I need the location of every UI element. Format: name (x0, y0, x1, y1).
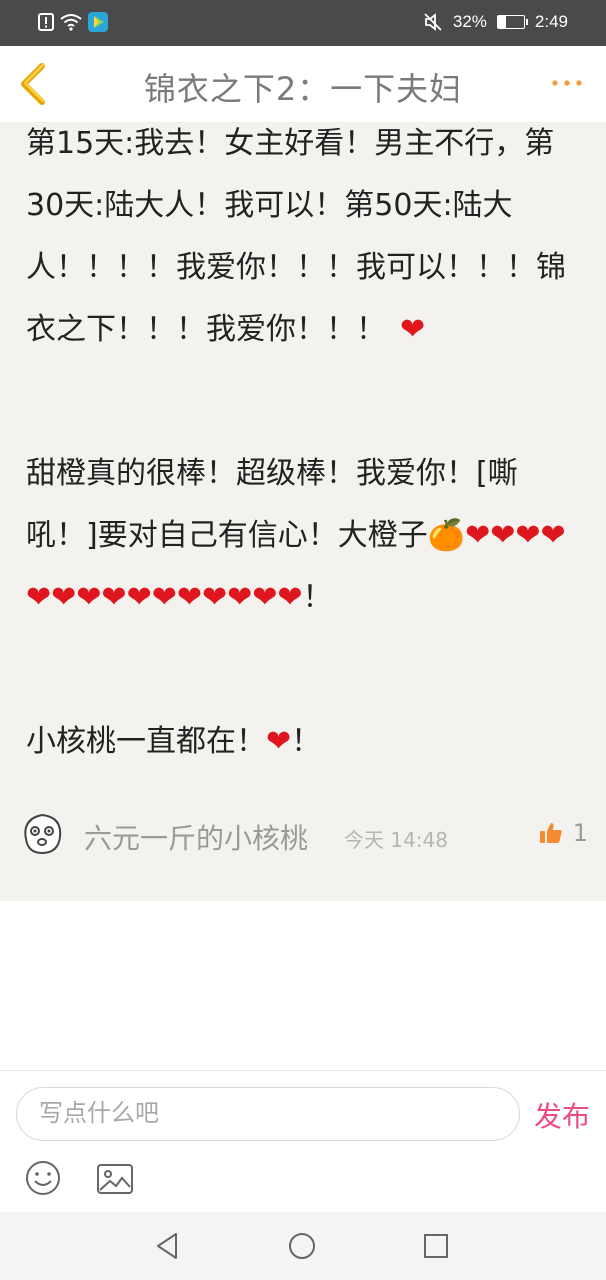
system-home-button[interactable] (286, 1230, 318, 1262)
image-icon (97, 1164, 133, 1194)
battery-icon (496, 15, 528, 29)
heart-emoji: ❤ (266, 724, 292, 759)
heart-emoji: ❤ (540, 518, 566, 553)
system-back-button[interactable] (152, 1230, 184, 1262)
battery-percent: 32% (452, 12, 487, 31)
heart-emoji: ❤ (515, 518, 541, 553)
post-paragraph-3: 小核桃一直都在！❤！ (26, 711, 582, 773)
heart-emoji: ❤ (126, 580, 152, 615)
system-recents-button[interactable] (422, 1232, 450, 1260)
heart-emoji: ❤ (277, 580, 303, 615)
heart-emoji: ❤ (201, 580, 228, 615)
wifi-icon (60, 13, 82, 31)
heart-emoji: ❤ (400, 312, 426, 347)
post-paragraph-1: 第15天:我去！女主好看！男主不行，第30天:陆大人！我可以！第50天:陆大人！… (26, 113, 582, 361)
play-store-icon (88, 12, 108, 32)
heart-emoji: ❤ (51, 580, 77, 615)
page-title: 锦衣之下2：一下夫妇 (143, 70, 463, 108)
post-paragraph-2: 甜橙真的很棒！超级棒！我爱你！[嘶吼！]要对自己有信心！大橙子🍊❤❤❤❤❤❤❤❤… (26, 443, 582, 629)
square-recents-icon (424, 1234, 448, 1258)
heart-emoji: ❤ (151, 580, 177, 615)
like-count: 1 (572, 819, 588, 847)
more-button[interactable] (550, 68, 584, 98)
like-button[interactable]: 1 (539, 819, 588, 847)
status-bar: 32% 2:49 (0, 0, 606, 46)
comment-composer: 发布 (0, 1070, 606, 1213)
paragraph-text: 第15天:我去！女主好看！男主不行，第30天:陆大人！我可以！第50天:陆大人！… (26, 126, 566, 347)
trailing-exclaim: ！ (291, 724, 322, 759)
avatar-icon (24, 813, 62, 855)
circle-home-icon (289, 1233, 315, 1259)
heart-emoji: ❤ (101, 580, 127, 615)
heart-emoji: ❤ (227, 580, 253, 615)
status-right-icons: 32% 2:49 (423, 12, 568, 32)
trailing-exclaim: ！ (302, 580, 333, 615)
clock: 2:49 (534, 12, 568, 31)
emoji-icon (26, 1161, 60, 1195)
paragraph-text: 小核桃一直都在！ (26, 724, 266, 759)
mute-icon (423, 12, 443, 32)
triangle-back-icon (157, 1233, 177, 1259)
thumbs-up-icon (539, 823, 562, 843)
heart-emoji: ❤ (490, 518, 516, 553)
post-time: 今天 14:48 (344, 828, 448, 852)
comment-input[interactable] (16, 1087, 520, 1141)
avatar[interactable] (18, 809, 66, 857)
heart-emoji: ❤ (26, 580, 52, 615)
heart-emoji: ❤ (176, 580, 202, 615)
author-name[interactable]: 六元一斤的小核桃 (84, 817, 308, 857)
orange-emoji: 🍊 (427, 518, 466, 553)
status-left-icons (38, 12, 108, 32)
post-content: 第15天:我去！女主好看！男主不行，第30天:陆大人！我可以！第50天:陆大人！… (0, 123, 606, 901)
more-dots-icon (552, 80, 582, 86)
notification-icon (38, 13, 54, 31)
heart-emoji: ❤ (252, 580, 278, 615)
author-row: 六元一斤的小核桃 今天 14:48 1 (18, 809, 588, 861)
publish-button[interactable]: 发布 (534, 1095, 590, 1135)
nav-bar: 锦衣之下2：一下夫妇 (0, 46, 606, 123)
heart-emoji: ❤ (465, 518, 491, 553)
system-nav-bar (0, 1212, 606, 1280)
image-button[interactable] (96, 1163, 134, 1195)
heart-emoji: ❤ (76, 580, 102, 615)
emoji-button[interactable] (24, 1159, 62, 1197)
